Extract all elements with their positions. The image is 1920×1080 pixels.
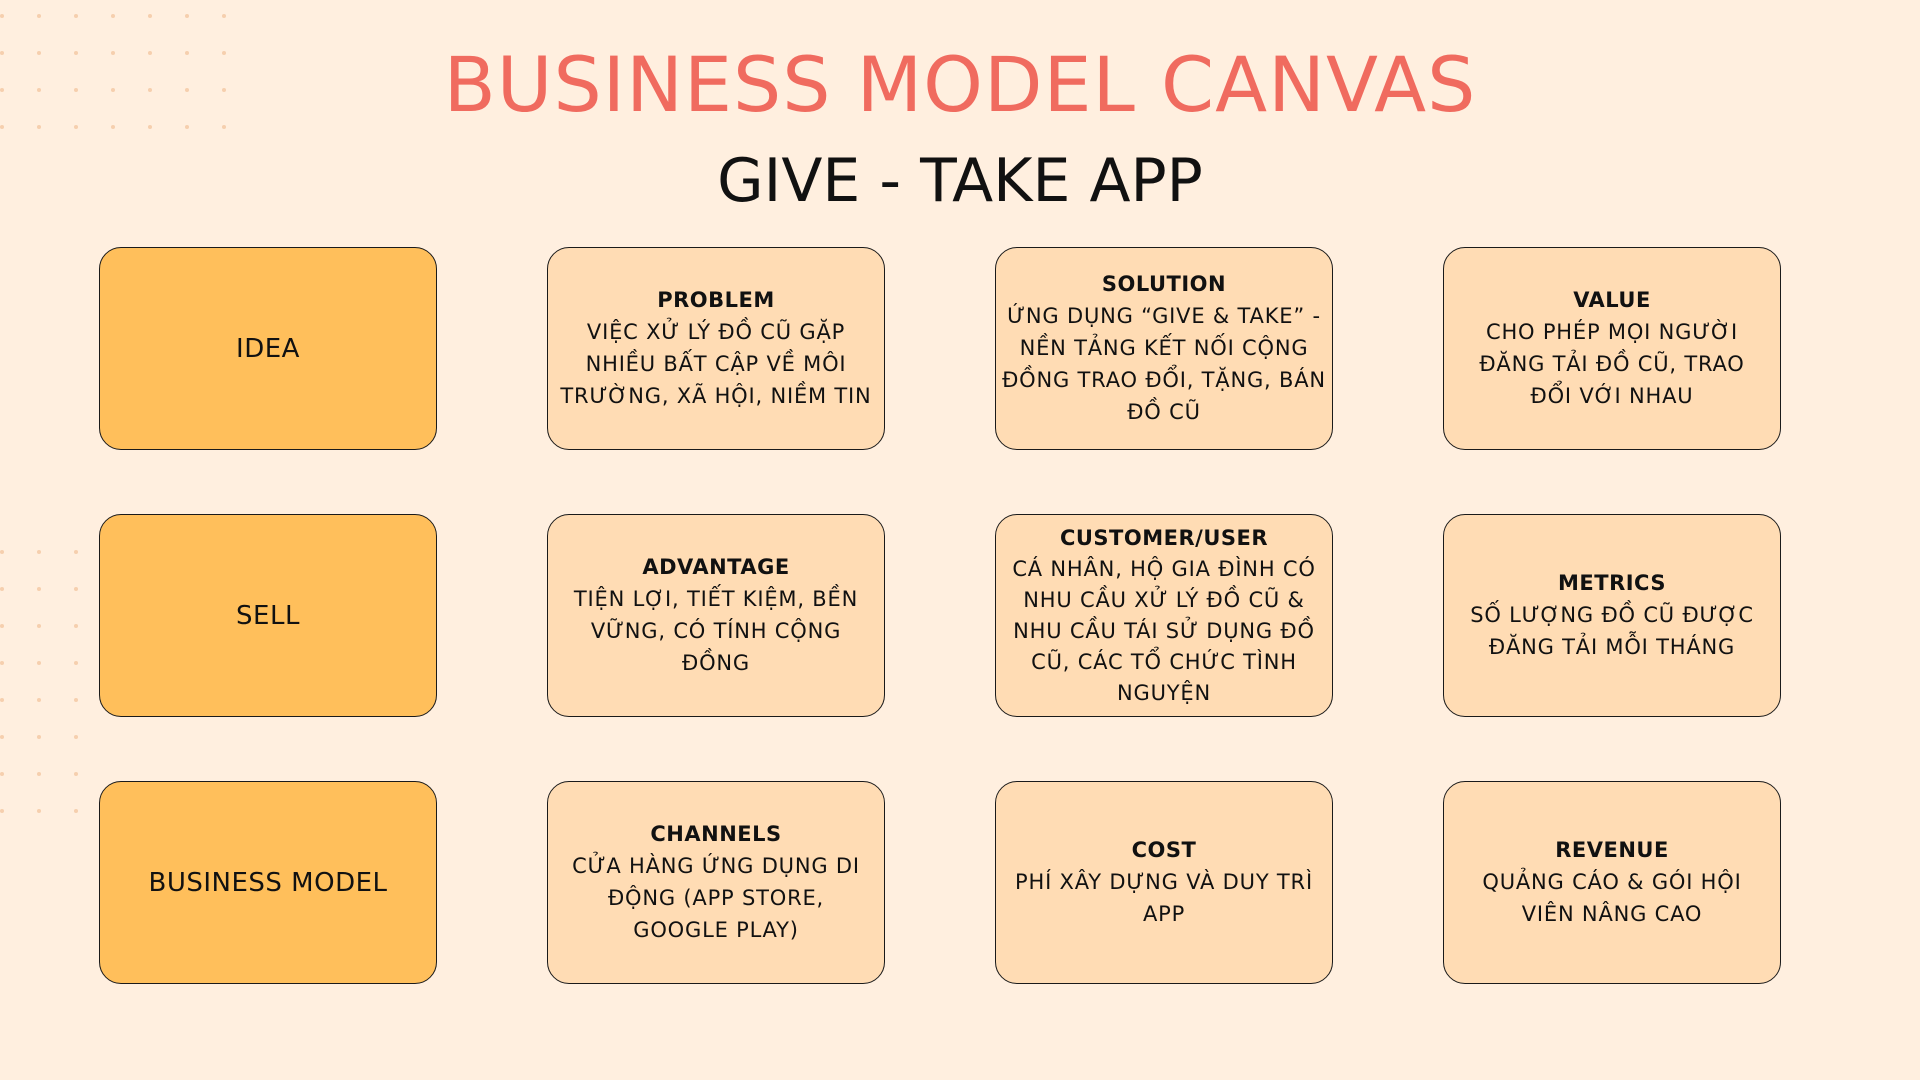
decorative-dots-left: [0, 550, 78, 813]
decorative-dot: [0, 698, 4, 702]
page-subtitle: GIVE - TAKE APP: [717, 146, 1203, 216]
category-label: IDEA: [236, 333, 300, 364]
card-body: SỐ LƯỢNG ĐỒ CŨ ĐƯỢC ĐĂNG TẢI MỖI THÁNG: [1470, 603, 1754, 659]
decorative-dot: [74, 809, 78, 813]
decorative-dot: [0, 772, 4, 776]
decorative-dot: [37, 809, 41, 813]
decorative-dot: [37, 661, 41, 665]
decorative-dot: [37, 14, 41, 18]
decorative-dot: [0, 735, 4, 739]
card-revenue: REVENUE QUẢNG CÁO & GÓI HỘI VIÊN NÂNG CA…: [1443, 781, 1781, 984]
card-heading: COST: [1131, 838, 1197, 862]
card-heading: SOLUTION: [1101, 272, 1227, 296]
card-solution: SOLUTION ỨNG DỤNG “GIVE & TAKE” - NỀN TẢ…: [995, 247, 1333, 450]
card-customer-user: CUSTOMER/USER CÁ NHÂN, HỘ GIA ĐÌNH CÓ NH…: [995, 514, 1333, 717]
decorative-dot: [37, 735, 41, 739]
decorative-dot: [74, 587, 78, 591]
decorative-dot: [74, 735, 78, 739]
canvas-grid: IDEA PROBLEM VIỆC XỬ LÝ ĐỒ CŨ GẶP NHIỀU …: [99, 247, 1781, 984]
card-heading: ADVANTAGE: [642, 555, 790, 579]
card-body: CÁ NHÂN, HỘ GIA ĐÌNH CÓ NHU CẦU XỬ LÝ ĐỒ…: [1012, 556, 1316, 705]
decorative-dot: [0, 661, 4, 665]
card-body: QUẢNG CÁO & GÓI HỘI VIÊN NÂNG CAO: [1482, 870, 1742, 926]
decorative-dot: [0, 550, 4, 554]
decorative-dot: [0, 587, 4, 591]
card-advantage: ADVANTAGE TIỆN LỢI, TIẾT KIỆM, BỀN VỮNG,…: [547, 514, 885, 717]
decorative-dot: [74, 14, 78, 18]
card-metrics: METRICS SỐ LƯỢNG ĐỒ CŨ ĐƯỢC ĐĂNG TẢI MỖI…: [1443, 514, 1781, 717]
decorative-dot: [74, 550, 78, 554]
decorative-dot: [185, 14, 189, 18]
card-body: ỨNG DỤNG “GIVE & TAKE” - NỀN TẢNG KẾT NỐ…: [1002, 304, 1326, 424]
card-body: TIỆN LỢI, TIẾT KIỆM, BỀN VỮNG, CÓ TÍNH C…: [573, 587, 859, 675]
card-channels: CHANNELS CỬA HÀNG ỨNG DỤNG DI ĐỘNG (APP …: [547, 781, 885, 984]
decorative-dot: [37, 772, 41, 776]
card-body: CHO PHÉP MỌI NGƯỜI ĐĂNG TẢI ĐỒ CŨ, TRAO …: [1479, 320, 1745, 408]
card-body: CỬA HÀNG ỨNG DỤNG DI ĐỘNG (APP STORE, GO…: [572, 854, 860, 942]
card-value: VALUE CHO PHÉP MỌI NGƯỜI ĐĂNG TẢI ĐỒ CŨ,…: [1443, 247, 1781, 450]
decorative-dot: [74, 772, 78, 776]
decorative-dot: [37, 624, 41, 628]
decorative-dot: [0, 624, 4, 628]
card-heading: REVENUE: [1555, 838, 1669, 862]
decorative-dot: [37, 698, 41, 702]
decorative-dot: [37, 587, 41, 591]
category-label: BUSINESS MODEL: [148, 867, 388, 898]
card-body: PHÍ XÂY DỰNG VÀ DUY TRÌ APP: [1015, 870, 1313, 926]
decorative-dot: [74, 661, 78, 665]
category-label: SELL: [236, 600, 300, 631]
card-heading: VALUE: [1573, 288, 1651, 312]
decorative-dot: [0, 809, 4, 813]
page-title: BUSINESS MODEL CANVAS: [443, 40, 1477, 129]
decorative-dot: [0, 14, 4, 18]
decorative-dot: [222, 14, 226, 18]
card-problem: PROBLEM VIỆC XỬ LÝ ĐỒ CŨ GẶP NHIỀU BẤT C…: [547, 247, 885, 450]
card-heading: PROBLEM: [657, 288, 775, 312]
decorative-dot: [37, 550, 41, 554]
card-heading: METRICS: [1558, 571, 1666, 595]
category-sell: SELL: [99, 514, 437, 717]
card-body: VIỆC XỬ LÝ ĐỒ CŨ GẶP NHIỀU BẤT CẬP VỀ MÔ…: [560, 320, 872, 408]
decorative-dot: [148, 14, 152, 18]
decorative-dot: [111, 14, 115, 18]
decorative-dot: [74, 624, 78, 628]
card-heading: CHANNELS: [650, 822, 782, 846]
category-idea: IDEA: [99, 247, 437, 450]
category-business-model: BUSINESS MODEL: [99, 781, 437, 984]
card-cost: COST PHÍ XÂY DỰNG VÀ DUY TRÌ APP: [995, 781, 1333, 984]
card-heading: CUSTOMER/USER: [1059, 525, 1269, 550]
decorative-dot: [74, 698, 78, 702]
